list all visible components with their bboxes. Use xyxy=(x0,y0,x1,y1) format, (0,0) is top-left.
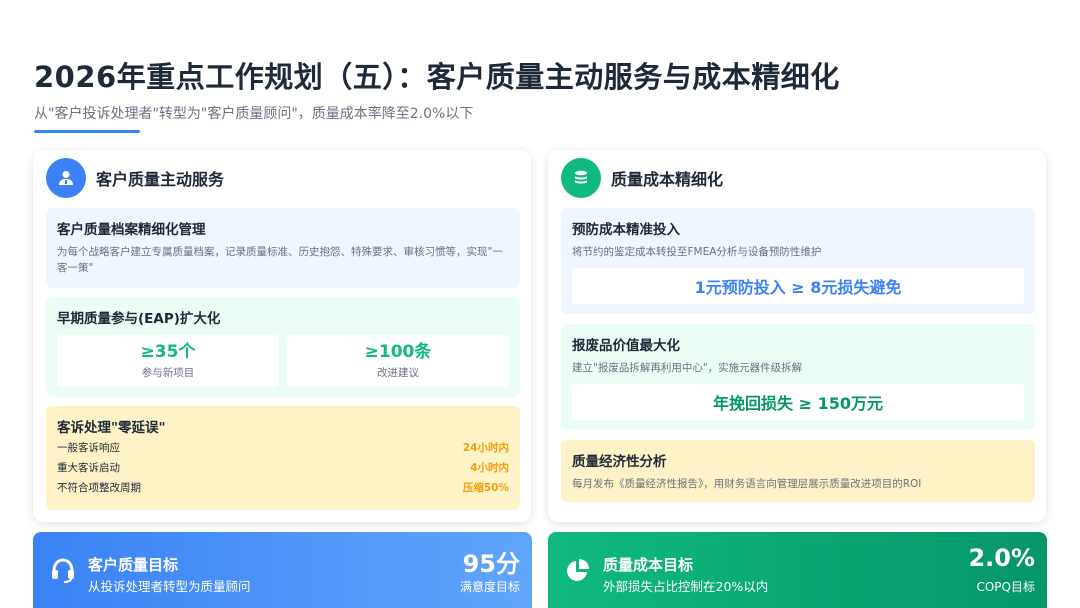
banner-value: 95分 xyxy=(462,550,520,578)
stat-value: ≥100条 xyxy=(364,342,432,362)
kv-row: 重大客诉启动 4小时内 xyxy=(57,461,509,476)
section-desc: 为每个战略客户建立专属质量档案，记录质量标准、历史抱怨、特殊要求、审核习惯等，实… xyxy=(57,246,503,274)
stat-label: 改进建议 xyxy=(377,367,419,379)
eap-section: 早期质量参与(EAP)扩大化 ≥35个 参与新项目 ≥100条 改进建议 xyxy=(46,297,520,397)
card-header: 客户质量主动服务 xyxy=(46,158,224,198)
coins-icon xyxy=(561,158,601,198)
subtitle-underline xyxy=(34,130,140,133)
banner-label: COPQ目标 xyxy=(976,580,1035,594)
section-title: 质量经济性分析 xyxy=(572,454,667,470)
cost-card: 质量成本精细化 预防成本精准投入 将节约的鉴定成本转投至FMEA分析与设备预防性… xyxy=(548,150,1046,522)
highlight-value: 1元预防投入 ≥ 8元损失避免 xyxy=(572,268,1024,304)
complaint-section: 客诉处理"零延误" 一般客诉响应 24小时内 重大客诉启动 4小时内 不符合项整… xyxy=(46,406,520,510)
section-title: 客诉处理"零延误" xyxy=(57,420,166,436)
stat-label: 参与新项目 xyxy=(141,367,195,379)
section-desc: 将节约的鉴定成本转投至FMEA分析与设备预防性维护 xyxy=(572,246,822,258)
card-title: 客户质量主动服务 xyxy=(96,170,225,189)
section-title: 早期质量参与(EAP)扩大化 xyxy=(57,311,221,327)
section-desc: 每月发布《质量经济性报告》，用财务语言向管理层展示质量改进项目的ROI xyxy=(572,478,922,490)
section-title: 报废品价值最大化 xyxy=(572,338,680,354)
user-icon xyxy=(46,158,86,198)
cost-goal-banner: 质量成本目标 外部损失占比控制在20%以内 2.0% COPQ目标 xyxy=(548,532,1047,608)
stat-row: ≥35个 参与新项目 ≥100条 改进建议 xyxy=(57,335,509,387)
banner-desc: 外部损失占比控制在20%以内 xyxy=(603,579,769,594)
stat-box: ≥35个 参与新项目 xyxy=(57,335,279,387)
economics-section: 质量经济性分析 每月发布《质量经济性报告》，用财务语言向管理层展示质量改进项目的… xyxy=(561,440,1035,502)
customer-goal-banner: 客户质量目标 从投诉处理者转型为质量顾问 95分 满意度目标 xyxy=(33,532,532,608)
banner-value: 2.0% xyxy=(968,544,1035,572)
stat-value: ≥35个 xyxy=(140,342,196,362)
prevention-section: 预防成本精准投入 将节约的鉴定成本转投至FMEA分析与设备预防性维护 1元预防投… xyxy=(561,208,1035,314)
kv-row: 不符合项整改周期 压缩50% xyxy=(57,481,509,496)
customer-service-card: 客户质量主动服务 客户质量档案精细化管理 为每个战略客户建立专属质量档案，记录质… xyxy=(33,150,531,522)
stat-box: ≥100条 改进建议 xyxy=(287,335,509,387)
card-header: 质量成本精细化 xyxy=(561,158,723,198)
banner-label: 满意度目标 xyxy=(459,580,520,594)
kv-key: 重大客诉启动 xyxy=(57,462,120,474)
highlight-value: 年挽回损失 ≥ 150万元 xyxy=(572,384,1024,420)
banner-title: 客户质量目标 xyxy=(88,556,179,574)
pie-chart-icon xyxy=(564,556,592,584)
page-title: 2026年重点工作规划（五）：客户质量主动服务与成本精细化 xyxy=(34,60,840,94)
kv-key: 不符合项整改周期 xyxy=(57,482,141,494)
card-title: 质量成本精细化 xyxy=(611,170,724,189)
kv-value: 压缩50% xyxy=(462,482,509,494)
section-desc: 建立"报废品拆解再利用中心"，实施元器件级拆解 xyxy=(572,362,803,374)
archive-section: 客户质量档案精细化管理 为每个战略客户建立专属质量档案，记录质量标准、历史抱怨、… xyxy=(46,208,520,288)
kv-value: 24小时内 xyxy=(462,442,509,454)
banner-title: 质量成本目标 xyxy=(603,556,694,574)
headset-icon xyxy=(49,556,77,584)
kv-value: 4小时内 xyxy=(470,462,509,474)
kv-key: 一般客诉响应 xyxy=(57,442,120,454)
kv-row: 一般客诉响应 24小时内 xyxy=(57,441,509,456)
section-title: 预防成本精准投入 xyxy=(572,222,680,238)
banner-desc: 从投诉处理者转型为质量顾问 xyxy=(88,579,251,594)
section-title: 客户质量档案精细化管理 xyxy=(57,222,206,238)
scrap-section: 报废品价值最大化 建立"报废品拆解再利用中心"，实施元器件级拆解 年挽回损失 ≥… xyxy=(561,324,1035,430)
page-subtitle: 从"客户投诉处理者"转型为"客户质量顾问"，质量成本率降至2.0%以下 xyxy=(34,106,474,122)
